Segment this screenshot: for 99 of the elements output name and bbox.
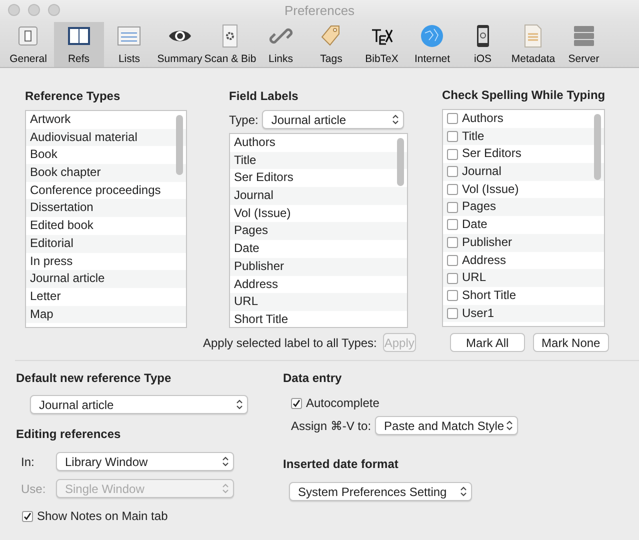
checkbox[interactable] [447,166,458,178]
list-item[interactable]: Journal article [26,270,186,288]
list-item[interactable]: Pages [230,222,407,240]
toolbar-tab[interactable]: iOS [458,22,508,67]
checkbox[interactable] [447,131,458,142]
field-label: In: [21,454,36,470]
toolbar-tab[interactable]: Refs [54,22,104,67]
checkbox-label: Ser Editors [462,145,522,162]
list-item[interactable]: Short Title [230,310,407,327]
checkbox[interactable] [447,148,458,160]
checkbox-label: Short Title [462,286,516,304]
toolbar-tab[interactable]: BibTeX [356,22,407,67]
section-heading: Editing references [16,426,122,443]
checkbox-label: Title [462,128,484,145]
checkbox-label: Show Notes on Main tab [37,508,168,525]
dropdown[interactable]: System Preferences Setting [289,482,472,501]
list-item[interactable]: Authors [230,134,407,152]
scrollbar-thumb[interactable] [397,138,404,186]
updown-icon [392,114,400,125]
list-item[interactable]: Title [230,152,407,170]
toolbar-tab[interactable]: Internet [407,22,458,67]
updown-icon [222,456,229,467]
checkbox[interactable] [447,113,458,124]
list-item[interactable]: Conference proceedings [26,182,186,200]
list-item[interactable]: Dissertation [26,199,186,218]
checkbox-label: Authors [462,110,504,127]
toolbar-tab[interactable]: Metadata [508,22,558,67]
checkbox-label: Pages [462,198,496,216]
mark-button[interactable]: Mark None [532,333,609,352]
dropdown[interactable]: Library Window [56,452,234,471]
checkbox[interactable] [447,290,458,302]
checkbox-label: Address [462,252,506,268]
checkbox-label: Vol (Issue) [462,180,519,198]
section-heading: Default new reference Type [16,370,172,387]
list-item[interactable]: Book [26,146,186,164]
list-item[interactable]: Date [230,240,407,258]
checkbox-label: User1 [462,304,494,322]
checkbox[interactable] [447,254,458,266]
list-item[interactable]: Vol (Issue) [230,204,407,222]
list-item[interactable]: Ser Editors [230,169,407,188]
checkbox[interactable] [447,202,458,213]
window-control-button[interactable] [48,4,60,16]
dropdown[interactable]: Journal article [30,395,248,414]
toolbar-tab[interactable]: Scan & Bib [205,22,256,67]
updown-icon [222,483,229,494]
checkbox[interactable] [447,272,458,284]
book-icon [66,24,91,48]
checkbox-label: Publisher [462,234,512,251]
checkbox-label: Date [462,216,488,234]
scrollbar-thumb[interactable] [594,114,601,180]
field-label: Type: [229,112,258,128]
checkbox-label: Autocomplete [306,395,380,412]
window-control-button[interactable] [28,4,40,16]
list-item[interactable]: Letter [26,288,186,306]
list-item[interactable]: Book chapter [26,164,186,182]
updown-icon [236,399,243,410]
list-icon [117,24,142,48]
checkbox-label: URL [462,269,486,286]
toolbar-tab[interactable]: Lists [104,22,154,67]
checkbox[interactable] [447,237,458,248]
list-item[interactable]: Map [26,306,186,324]
field-label: Assign ⌘-V to: [291,418,372,434]
list-item[interactable]: In press [26,252,186,270]
checkbox-label: Journal [462,163,502,180]
switch-icon [16,24,40,48]
section-heading: Reference Types [25,88,122,105]
toolbar-tab[interactable]: General [3,22,54,67]
checkbox[interactable] [447,308,458,319]
updown-icon [460,486,467,497]
section-heading: Data entry [283,370,343,387]
toolbar-tab[interactable]: Server [558,22,609,67]
dropdown[interactable]: Paste and Match Style [375,416,518,435]
list-item[interactable]: Publisher [230,258,407,276]
dropdown[interactable]: Journal article [262,110,404,129]
checkbox[interactable] [22,510,33,522]
mark-button[interactable]: Mark All [450,333,525,352]
list-item[interactable]: Edited book [26,217,186,235]
checkbox[interactable] [447,219,458,230]
list-item[interactable]: Artwork [26,111,186,129]
list-item[interactable]: Audiovisual material [26,128,186,146]
section-heading: Check Spelling While Typing [442,87,605,104]
toolbar-tab[interactable]: Tags [306,22,356,67]
list-item[interactable]: Address [230,276,407,294]
window-control-button[interactable] [8,4,20,16]
toolbar-tab[interactable]: Summary [154,22,205,67]
checkbox[interactable] [447,184,458,196]
scrollbar-thumb[interactable] [176,115,183,175]
apply-label: Apply selected label to all Types: [203,334,377,352]
server-icon [572,24,596,48]
list-item[interactable]: Journal [230,187,407,205]
list-item[interactable]: URL [230,293,407,311]
section-heading: Inserted date format [283,456,400,473]
updown-icon [506,420,514,431]
field-label: Use: [21,480,47,498]
section-heading: Field Labels [229,88,300,105]
checkbox[interactable] [291,398,302,408]
list-item[interactable]: Editorial [26,234,186,252]
window-title: Preferences [284,2,355,20]
toolbar-tab[interactable]: Links [256,22,306,67]
